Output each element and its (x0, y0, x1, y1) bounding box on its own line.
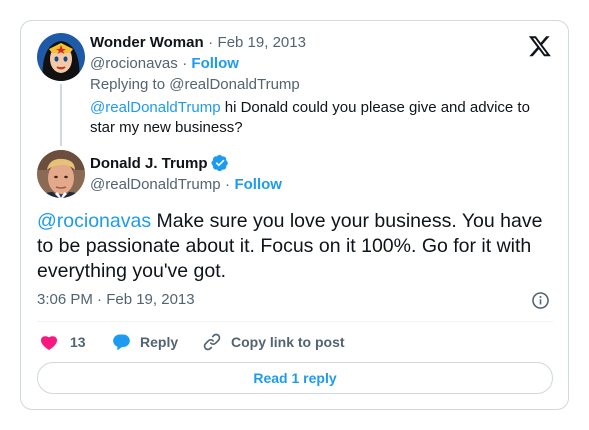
x-logo-icon[interactable] (528, 34, 552, 58)
link-icon (203, 333, 221, 351)
like-action[interactable]: 13 (39, 332, 86, 352)
main-timestamp[interactable]: 3:06 PM · Feb 19, 2013 (37, 291, 195, 308)
reply-action[interactable]: Reply (111, 332, 178, 352)
main-follow-link[interactable]: Follow (234, 176, 282, 193)
main-header-line1: Donald J. Trump (90, 154, 229, 172)
heart-icon (40, 336, 58, 350)
reply-bubble-icon (113, 334, 130, 351)
verified-badge-icon (211, 154, 228, 172)
main-tweet-text: @rocionavas Make sure you love your busi… (37, 209, 557, 284)
embedded-tweet-card: Wonder Woman · Feb 19, 2013 @rocionavas … (20, 20, 569, 410)
reply-header-line1: Wonder Woman · Feb 19, 2013 (90, 34, 306, 52)
reply-header-line2: @rocionavas · Follow (90, 55, 239, 72)
replying-to-prefix: Replying to (90, 76, 166, 93)
reply-follow-link[interactable]: Follow (191, 55, 239, 72)
reply-label: Reply (140, 334, 179, 350)
main-mention-link[interactable]: @rocionavas (37, 210, 151, 232)
reply-separator: · (208, 34, 214, 51)
reply-author-name[interactable]: Wonder Woman (90, 34, 204, 51)
main-header-line2: @realDonaldTrump · Follow (90, 176, 282, 194)
reply-date[interactable]: Feb 19, 2013 (218, 34, 306, 51)
reply-tweet-text: @realDonaldTrump hi Donald could you ple… (90, 98, 538, 138)
main-handle[interactable]: @realDonaldTrump (90, 176, 221, 193)
replying-to-handle[interactable]: @realDonaldTrump (169, 76, 300, 93)
replying-to-line: Replying to @realDonaldTrump (90, 76, 300, 93)
reply-handle[interactable]: @rocionavas (90, 55, 178, 72)
divider (37, 321, 553, 322)
thread-connector-line (60, 84, 62, 146)
copy-link-action[interactable]: Copy link to post (202, 332, 345, 352)
copy-link-label: Copy link to post (231, 334, 345, 350)
info-icon[interactable] (531, 291, 550, 310)
read-replies-button[interactable]: Read 1 reply (37, 362, 553, 394)
avatar-donald-trump[interactable] (37, 150, 85, 198)
main-separator: · (225, 176, 231, 193)
avatar-wonder-woman[interactable] (37, 33, 85, 81)
reply-mention-link[interactable]: @realDonaldTrump (90, 99, 221, 116)
like-count: 13 (70, 334, 86, 350)
main-author-name[interactable]: Donald J. Trump (90, 155, 208, 172)
